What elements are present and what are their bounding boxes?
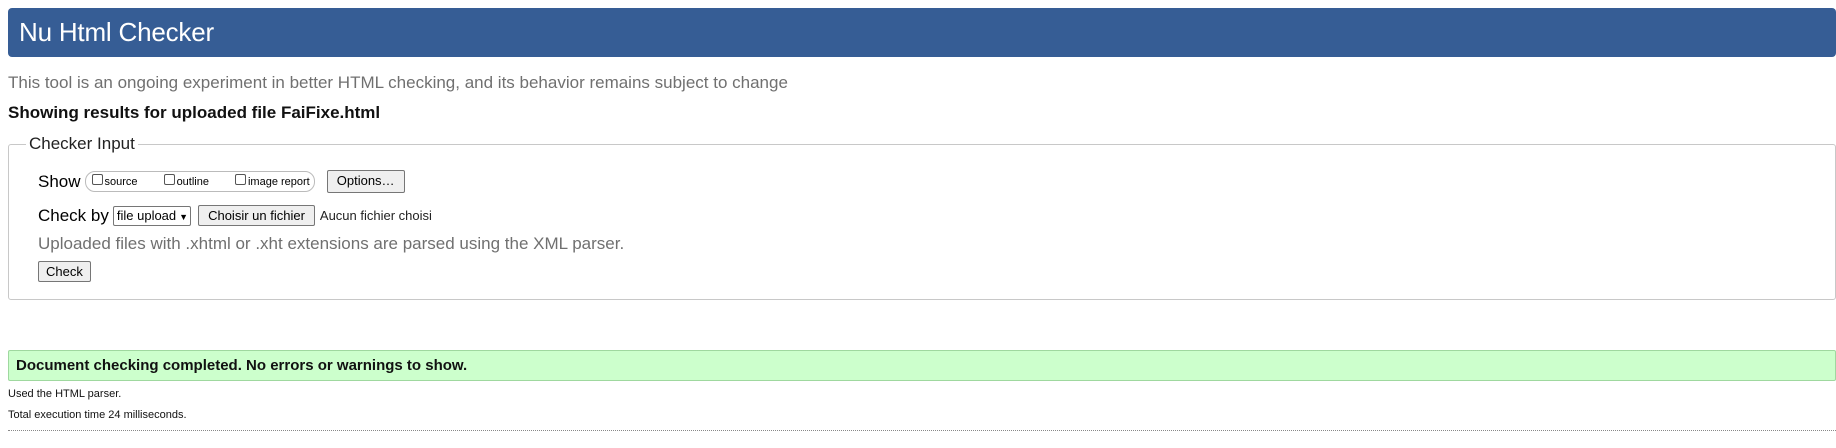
check-button[interactable]: Check (38, 261, 91, 282)
no-file-chosen-text: Aucun fichier choisi (319, 208, 432, 223)
header-banner: Nu Html Checker (8, 8, 1836, 57)
source-checkbox[interactable] (91, 174, 103, 185)
check-by-row: Check by file upload ▼ Choisir un fichie… (38, 205, 432, 226)
result-success-message: Document checking completed. No errors o… (8, 350, 1836, 381)
execution-time-info: Total execution time 24 milliseconds. (8, 409, 187, 421)
page-title: Nu Html Checker (19, 17, 214, 47)
parser-info: Used the HTML parser. (8, 388, 122, 400)
xml-parser-note: Uploaded files with .xhtml or .xht exten… (38, 234, 625, 253)
outline-checkbox-label[interactable]: outline (177, 176, 209, 188)
image-report-checkbox[interactable] (234, 174, 246, 185)
show-row: Show source outline image report Options… (38, 170, 405, 193)
source-checkbox-label[interactable]: source (105, 176, 138, 188)
options-button[interactable]: Options… (326, 170, 405, 193)
chevron-down-icon: ▼ (179, 211, 189, 222)
checker-input-legend: Checker Input (26, 134, 138, 154)
check-by-label: Check by (38, 205, 109, 225)
check-by-select[interactable]: file upload ▼ (112, 205, 192, 226)
outline-checkbox[interactable] (163, 174, 175, 185)
page: Nu Html Checker This tool is an ongoing … (0, 0, 1836, 448)
show-options-group: source outline image report (84, 171, 315, 192)
show-label: Show (38, 171, 81, 191)
choose-file-button[interactable]: Choisir un fichier (198, 205, 315, 226)
dotted-divider (8, 430, 1836, 431)
disclaimer-text: This tool is an ongoing experiment in be… (8, 73, 788, 92)
check-by-selected-value: file upload (116, 208, 177, 223)
image-report-checkbox-label[interactable]: image report (248, 176, 310, 188)
results-heading: Showing results for uploaded file FaiFix… (8, 103, 381, 122)
